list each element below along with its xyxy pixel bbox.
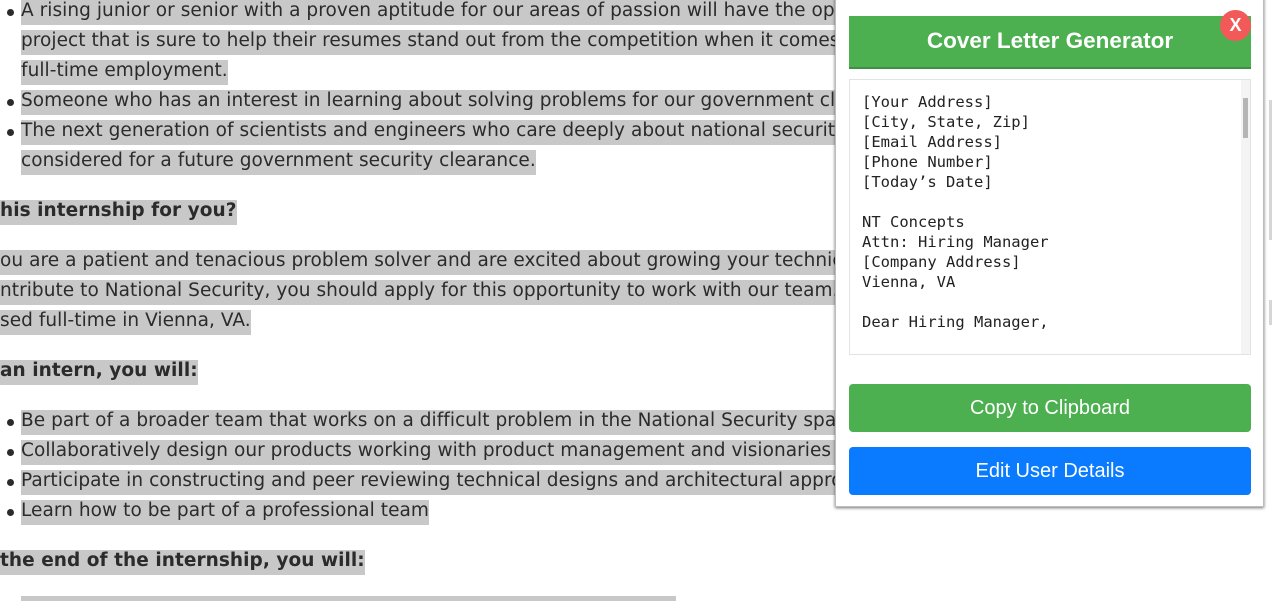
paragraph-line: ntribute to National Security, you shoul… (0, 276, 856, 306)
cover-letter-popup: Cover Letter Generator X [Your Address] … (835, 0, 1264, 507)
list-bullet (7, 419, 14, 426)
edit-user-details-button[interactable]: Edit User Details (849, 447, 1251, 495)
cover-letter-text[interactable]: [Your Address] [City, State, Zip] [Email… (862, 92, 1049, 332)
letter-scrollbar[interactable] (1241, 80, 1250, 354)
list-item: The next generation of scientists and en… (21, 116, 847, 146)
list-item-continuation: project that is sure to help their resum… (21, 26, 853, 56)
section-heading: the end of the internship, you will: (0, 546, 365, 576)
list-item: Someone who has an interest in learning … (21, 86, 852, 116)
list-item-continuation: full-time employment. (21, 56, 228, 86)
list-item: Participate in constructing and peer rev… (21, 466, 843, 496)
section-heading: his internship for you? (0, 196, 237, 226)
paragraph-line: sed full-time in Vienna, VA. (0, 306, 251, 336)
page-scrollbar-thumb-secondary[interactable] (1269, 300, 1272, 325)
list-item: Be part of a broader team that works on … (21, 406, 858, 436)
section-heading: an intern, you will: (0, 356, 198, 386)
paragraph-line: ou are a patient and tenacious problem s… (0, 246, 854, 276)
copy-to-clipboard-button[interactable]: Copy to Clipboard (849, 384, 1251, 432)
list-bullet (7, 129, 14, 136)
next-line-highlight (21, 596, 676, 601)
list-item: Collaboratively design our products work… (21, 436, 843, 466)
list-item-continuation: considered for a future government secur… (21, 146, 536, 176)
cover-letter-textarea[interactable]: [Your Address] [City, State, Zip] [Email… (849, 79, 1251, 355)
list-bullet (7, 449, 14, 456)
list-bullet (7, 509, 14, 516)
list-bullet (7, 9, 14, 16)
letter-scrollbar-thumb[interactable] (1243, 98, 1248, 138)
popup-title: Cover Letter Generator (849, 16, 1251, 69)
close-button[interactable]: X (1220, 10, 1251, 41)
list-item: Learn how to be part of a professional t… (21, 496, 429, 526)
page-scrollbar[interactable] (1262, 0, 1282, 601)
list-bullet (7, 479, 14, 486)
list-item: A rising junior or senior with a proven … (21, 0, 858, 26)
list-bullet (7, 99, 14, 106)
page-scrollbar-thumb[interactable] (1269, 100, 1272, 240)
